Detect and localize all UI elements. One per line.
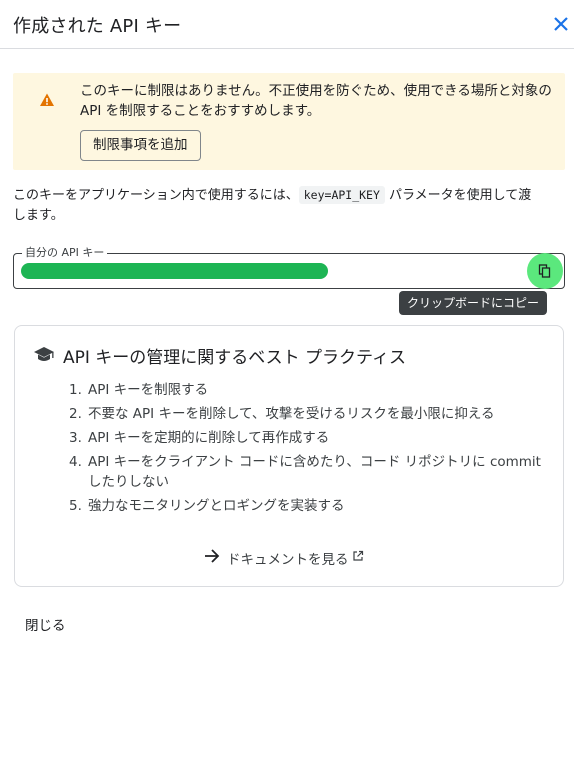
list-item: 3. API キーを定期的に削除して再作成する (69, 430, 330, 446)
dialog-title: 作成された API キー (13, 16, 182, 37)
copy-icon (538, 264, 551, 278)
graduation-cap-icon (33, 345, 55, 365)
copy-button[interactable] (527, 253, 563, 289)
warning-icon (39, 92, 55, 108)
close-button[interactable]: 閉じる (25, 614, 66, 634)
add-restrictions-button[interactable]: 制限事項を追加 (80, 130, 201, 161)
warning-text: このキーに制限はありません。不正使用を防ぐため、使用できる場所と対象の API … (80, 83, 552, 119)
list-item: 1. API キーを制限する (69, 382, 209, 398)
list-item: 4. API キーをクライアント コードに含めたり、コード リポジトリに comm… (69, 454, 541, 490)
external-link-icon (352, 550, 364, 566)
unrestricted-key-warning: このキーに制限はありません。不正使用を防ぐため、使用できる場所と対象の API … (13, 73, 565, 170)
usage-instructions: このキーをアプリケーション内で使用するには、 key=API_KEY パラメータを… (13, 185, 533, 226)
view-docs-link[interactable]: ドキュメントを見る (203, 548, 364, 572)
api-key-field[interactable]: 自分の API キー (13, 246, 565, 289)
api-key-label: 自分の API キー (22, 246, 108, 260)
arrow-right-icon (203, 548, 221, 568)
key-param-code: key=API_KEY (298, 186, 385, 204)
close-icon[interactable] (549, 12, 573, 36)
list-item: 5. 強力なモニタリングとロギングを実装する (69, 498, 345, 514)
copy-tooltip: クリップボードにコピー (399, 291, 547, 315)
usage-text-before: このキーをアプリケーション内で使用するには、 (13, 188, 299, 203)
best-practices-card: API キーの管理に関するベスト プラクティス 1. API キーを制限する 2.… (14, 325, 564, 587)
best-practices-list: 1. API キーを制限する 2. 不要な API キーを削除して、攻撃を受けるリス… (69, 380, 549, 520)
best-practices-title: API キーの管理に関するベスト プラクティス (63, 348, 407, 368)
list-item: 2. 不要な API キーを削除して、攻撃を受けるリスクを最小限に抑える (69, 406, 495, 422)
dialog-header: 作成された API キー (0, 0, 574, 49)
view-docs-label: ドキュメントを見る (227, 552, 349, 568)
api-key-value-redacted (21, 263, 328, 279)
